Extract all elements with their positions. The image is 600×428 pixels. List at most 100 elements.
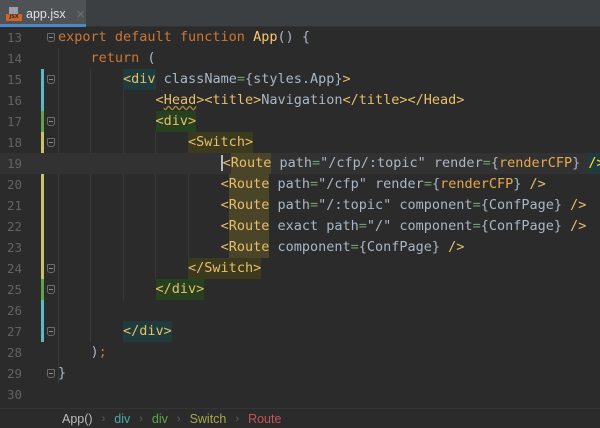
code-line[interactable]: 25 </div> [0, 279, 600, 300]
chevron-right-icon: › [139, 413, 143, 425]
code-token: "/cfp/:topic" [320, 155, 426, 171]
code-token: component [269, 239, 350, 255]
code-token: "/:topic" [318, 197, 391, 213]
line-number: 13 [0, 27, 22, 48]
code-line[interactable]: 15 <div className={styles.App}> [0, 69, 600, 90]
code-line[interactable]: 26 [0, 300, 600, 321]
line-number: 17 [0, 111, 22, 132]
fold-icon[interactable] [47, 117, 55, 126]
code-token: } [58, 365, 66, 381]
code-line[interactable]: 17 <div> [0, 111, 600, 132]
line-number: 23 [0, 237, 22, 258]
fold-icon[interactable] [47, 369, 55, 378]
code-token: exact path [269, 218, 358, 234]
code-token: </div> [156, 279, 205, 300]
line-number: 30 [0, 384, 22, 405]
code-token: Head [164, 92, 197, 108]
code-token: = [237, 71, 245, 87]
code-token [58, 239, 221, 255]
line-number: 21 [0, 195, 22, 216]
fold-icon[interactable] [47, 75, 55, 84]
code-token: Route [229, 195, 270, 216]
code-token: {ConfPage} [481, 197, 562, 213]
code-token: Navigation [261, 92, 342, 108]
code-token: Route [231, 153, 272, 174]
tab-label: app.jsx [26, 7, 66, 21]
code-token: /> [440, 239, 464, 255]
code-token [58, 50, 91, 66]
code-text: </div> [58, 321, 172, 342]
chevron-right-icon: › [102, 413, 106, 425]
code-line[interactable]: 22 <Route exact path="/" component={Conf… [0, 216, 600, 237]
code-text: <Route path="/cfp/:topic" render={render… [58, 153, 600, 174]
fold-icon[interactable] [47, 138, 55, 147]
code-token: () { [277, 29, 310, 45]
breadcrumb-item[interactable]: App() [62, 412, 93, 426]
code-text: return ( [58, 48, 156, 69]
code-line[interactable]: 24 </Switch> [0, 258, 600, 279]
fold-icon[interactable] [47, 327, 55, 336]
line-number: 14 [0, 48, 22, 69]
breadcrumb-item[interactable]: Switch [190, 412, 227, 426]
code-line[interactable]: 23 <Route component={ConfPage} /> [0, 237, 600, 258]
fold-icon[interactable] [47, 285, 55, 294]
line-number: 25 [0, 279, 22, 300]
code-token: ><title> [196, 92, 261, 108]
code-line[interactable]: 20 <Route path="/cfp" render={renderCFP}… [0, 174, 600, 195]
code-editor[interactable]: 13export default function App() {14 retu… [0, 27, 600, 408]
code-token: { [491, 155, 499, 171]
code-token: < [221, 218, 229, 234]
code-token: component [391, 218, 472, 234]
chevron-right-icon: › [235, 413, 239, 425]
line-number: 16 [0, 90, 22, 111]
code-token: = [473, 218, 481, 234]
code-token: </div> [123, 321, 172, 342]
code-line[interactable]: 21 <Route path="/:topic" component={Conf… [0, 195, 600, 216]
code-line[interactable]: 13 export default function App() { [0, 27, 600, 48]
code-token: {ConfPage} [359, 239, 440, 255]
breadcrumb: App()›div›div›Switch›Route [0, 408, 600, 428]
code-token: className [156, 71, 237, 87]
fold-icon[interactable] [47, 33, 55, 42]
code-line[interactable]: 27 </div> [0, 321, 600, 342]
code-token: <Switch> [188, 132, 253, 153]
code-token: path [271, 155, 312, 171]
code-token: = [424, 176, 432, 192]
code-line[interactable]: 14 return ( [0, 48, 600, 69]
code-token [58, 92, 156, 108]
line-number: 19 [0, 153, 22, 174]
code-token: {styles.App} [245, 71, 343, 87]
code-token: = [483, 155, 491, 171]
code-token: /> [521, 176, 545, 192]
code-token: App [253, 29, 277, 45]
code-token [58, 260, 188, 276]
code-token: renderCFP [440, 176, 513, 192]
code-token: < [156, 92, 164, 108]
code-line[interactable]: 16 <Head><title>Navigation</title></Head… [0, 90, 600, 111]
line-number: 22 [0, 216, 22, 237]
tab-app-jsx[interactable]: JSX app.jsx × [0, 0, 86, 27]
code-token [58, 281, 156, 297]
code-token [58, 113, 156, 129]
code-token: < [221, 239, 229, 255]
code-token: /> [588, 153, 600, 174]
code-token: component [391, 197, 472, 213]
code-line[interactable]: 28 ); [0, 342, 600, 363]
code-token: path [269, 197, 310, 213]
close-icon[interactable]: × [76, 7, 86, 21]
code-token: path [269, 176, 310, 192]
code-token [580, 155, 588, 171]
code-line[interactable]: 19 <Route path="/cfp/:topic" render={ren… [0, 153, 600, 174]
code-line[interactable]: 29} [0, 363, 600, 384]
line-number: 24 [0, 258, 22, 279]
breadcrumb-item[interactable]: div [114, 412, 130, 426]
code-token: <div [123, 69, 156, 90]
breadcrumb-item[interactable]: Route [248, 412, 281, 426]
code-text: <Route path="/cfp" render={renderCFP} /> [58, 174, 546, 195]
code-token: ( [139, 50, 155, 66]
fold-icon[interactable] [47, 264, 55, 273]
code-text: export default function App() { [58, 27, 310, 48]
breadcrumb-item[interactable]: div [152, 412, 168, 426]
code-line[interactable]: 18 <Switch> [0, 132, 600, 153]
code-line[interactable]: 30 [0, 384, 600, 405]
